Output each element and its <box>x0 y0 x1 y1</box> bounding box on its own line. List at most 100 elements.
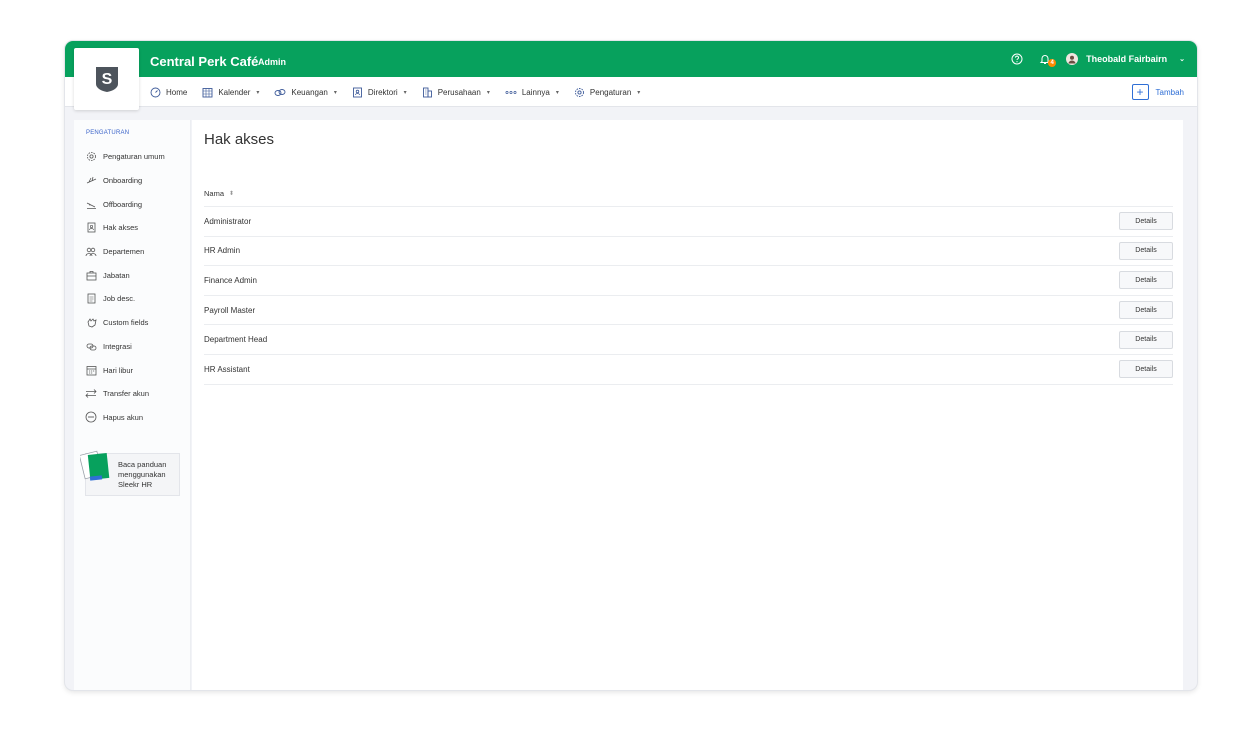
gauge-icon <box>150 87 161 97</box>
sidebar-item-transfer-akun[interactable]: Transfer akun <box>85 382 165 406</box>
nav-keuangan[interactable]: Keuangan ▾ <box>274 87 337 98</box>
sidebar-item-label: Offboarding <box>103 199 143 209</box>
hand-icon <box>85 317 97 329</box>
sidebar-item-hak-akses[interactable]: Hak akses <box>85 216 165 240</box>
sidebar-heading: PENGATURAN <box>86 130 130 136</box>
sidebar-item-label: Hari libur <box>103 365 134 375</box>
user-role: Admin <box>258 57 286 67</box>
user-name: Theobald Fairbairn <box>1086 54 1168 64</box>
app-window: Central Perk Café Admin 4 Theobald Fairb… <box>65 41 1197 690</box>
sidebar-item-label: Onboarding <box>103 176 143 186</box>
guide-card[interactable]: Baca panduan menggunakan Sleekr HR <box>80 450 180 496</box>
guide-text: Baca panduan menggunakan Sleekr HR <box>118 460 167 489</box>
nav-label: Perusahaan <box>437 87 481 97</box>
add-button-label: Tambah <box>1155 87 1184 97</box>
sidebar-item-offboarding[interactable]: Offboarding <box>85 192 165 216</box>
sort-icon: ⬍ <box>229 190 235 197</box>
main-nav-bar: Home Kalender ▾ Keuangan ▾ Direktori ▾ Peru… <box>65 77 1197 107</box>
sidebar-item-integrasi[interactable]: Integrasi <box>85 335 165 359</box>
access-table: Nama ⬍ Administrator Details HR Admin De… <box>204 180 1173 385</box>
sidebar-item-label: Integrasi <box>103 341 132 351</box>
avatar <box>1066 53 1079 65</box>
minus-circle-icon <box>85 411 97 423</box>
role-name: HR Assistant <box>204 364 250 374</box>
sidebar-item-label: Pengaturan umum <box>103 152 165 162</box>
table-row: HR Assistant Details <box>204 355 1173 385</box>
sidebar-item-jabatan[interactable]: Jabatan <box>85 263 165 287</box>
chevron-down-icon: ▾ <box>637 89 641 96</box>
nav-label: Keuangan <box>291 87 328 97</box>
role-name: HR Admin <box>204 246 241 256</box>
details-button[interactable]: Details <box>1119 212 1173 231</box>
nav-label: Lainnya <box>521 87 550 97</box>
role-name: Payroll Master <box>204 305 256 315</box>
document-icon <box>85 293 97 305</box>
guide-book-icon <box>80 450 110 481</box>
sidebar-item-hapus-akun[interactable]: Hapus akun <box>85 406 165 430</box>
notification-badge: 4 <box>1048 59 1057 67</box>
nav-lainnya[interactable]: Lainnya ▾ <box>505 87 559 98</box>
id-badge-icon <box>85 222 97 234</box>
plane-takeoff-icon <box>85 175 97 187</box>
main-nav: Home Kalender ▾ Keuangan ▾ Direktori ▾ Peru… <box>150 77 640 107</box>
sidebar-item-custom-fields[interactable]: Custom fields <box>85 311 165 335</box>
chevron-down-icon: ▾ <box>403 89 407 96</box>
notification-bell-icon[interactable]: 4 <box>1038 52 1057 67</box>
nav-label: Direktori <box>367 87 398 97</box>
role-name: Administrator <box>204 216 252 226</box>
gear-icon <box>574 87 584 97</box>
logo-letter: S <box>101 71 112 88</box>
page-title: Hak akses <box>204 131 275 148</box>
chevron-down-icon: ⌄ <box>1179 56 1185 63</box>
top-right-controls: 4 Theobald Fairbairn ⌄ <box>1010 52 1185 67</box>
calendar-holiday-icon <box>85 364 97 376</box>
calendar-icon <box>202 87 213 97</box>
role-name: Finance Admin <box>204 275 257 285</box>
link-icon <box>85 340 97 352</box>
nav-kalender[interactable]: Kalender ▾ <box>202 87 259 98</box>
sidebar-item-label: Hapus akun <box>103 412 144 422</box>
role-name: Department Head <box>204 335 268 345</box>
app-logo[interactable]: S <box>74 48 139 110</box>
nav-direktori[interactable]: Direktori ▾ <box>352 87 407 98</box>
sidebar-menu: Pengaturan umum Onboarding Offboarding H… <box>85 145 165 429</box>
sidebar-item-hari-libur[interactable]: Hari libur <box>85 358 165 382</box>
money-icon <box>274 88 286 96</box>
sidebar-item-label: Custom fields <box>103 318 149 328</box>
settings-sidebar: PENGATURAN Pengaturan umum Onboarding Of… <box>74 120 191 690</box>
sidebar-item-label: Hak akses <box>103 223 139 233</box>
nav-label: Pengaturan <box>589 87 632 97</box>
nav-pengaturan[interactable]: Pengaturan ▾ <box>574 87 640 98</box>
details-button[interactable]: Details <box>1119 301 1173 320</box>
nav-perusahaan[interactable]: Perusahaan ▾ <box>422 87 490 98</box>
add-button[interactable]: + Tambah <box>1131 84 1184 100</box>
details-button[interactable]: Details <box>1119 360 1173 379</box>
directory-icon <box>352 87 362 97</box>
nav-label: Home <box>166 87 188 97</box>
chevron-down-icon: ▾ <box>256 89 260 96</box>
sidebar-item-departemen[interactable]: Departemen <box>85 240 165 264</box>
nav-home[interactable]: Home <box>150 87 187 98</box>
sidebar-item-onboarding[interactable]: Onboarding <box>85 169 165 193</box>
sidebar-item-job-desc[interactable]: Job desc. <box>85 287 165 311</box>
plus-icon: + <box>1131 84 1149 100</box>
sidebar-item-pengaturan-umum[interactable]: Pengaturan umum <box>85 145 165 169</box>
sidebar-item-label: Job desc. <box>103 294 136 304</box>
sidebar-item-label: Departemen <box>103 247 145 257</box>
details-button[interactable]: Details <box>1119 271 1173 290</box>
help-icon[interactable] <box>1010 52 1024 66</box>
column-header-nama: Nama <box>204 188 225 198</box>
table-header[interactable]: Nama ⬍ <box>204 180 1173 207</box>
sidebar-item-label: Transfer akun <box>103 389 149 399</box>
user-menu[interactable]: Theobald Fairbairn ⌄ <box>1066 53 1185 65</box>
chevron-down-icon: ▾ <box>333 89 337 96</box>
users-icon <box>85 246 97 258</box>
details-button[interactable]: Details <box>1119 330 1173 349</box>
company-name: Central Perk Café <box>150 54 259 69</box>
table-row: Payroll Master Details <box>204 296 1173 326</box>
briefcase-icon <box>85 269 97 281</box>
main-content: Hak akses Nama ⬍ Administrator Details H… <box>192 120 1183 690</box>
table-row: Department Head Details <box>204 325 1173 355</box>
details-button[interactable]: Details <box>1119 241 1173 260</box>
table-row: Finance Admin Details <box>204 266 1173 296</box>
